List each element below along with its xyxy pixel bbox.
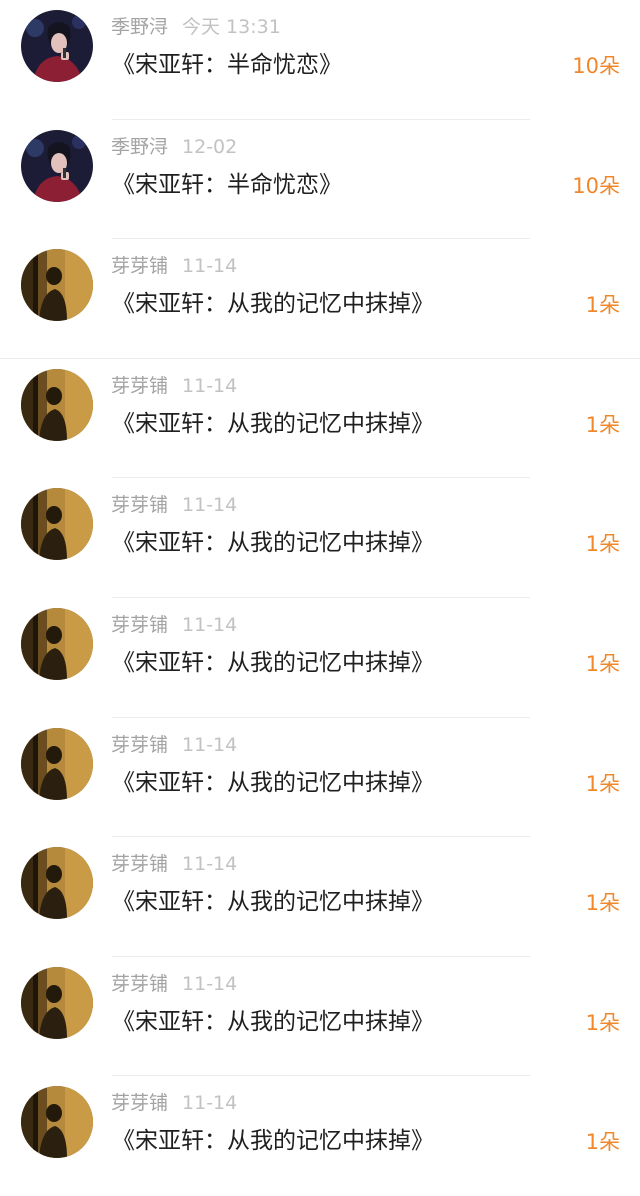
list-item[interactable]: 芽芽铺 11-14 《宋亚轩：从我的记忆中抹掉》 1朵 xyxy=(0,1076,640,1196)
avatar[interactable] xyxy=(21,966,93,1039)
work-title[interactable]: 《宋亚轩：从我的记忆中抹掉》 xyxy=(112,645,434,681)
timestamp: 11-14 xyxy=(182,255,238,278)
timestamp: 11-14 xyxy=(182,972,238,995)
gift-record-list: 季野浔 今天 13:31 《宋亚轩：半命忧恋》 10朵 季野浔 12-02 《宋亚轩… xyxy=(0,0,640,1172)
work-title[interactable]: 《宋亚轩：从我的记忆中抹掉》 xyxy=(112,765,434,801)
avatar[interactable] xyxy=(21,368,93,441)
user-name[interactable]: 芽芽铺 xyxy=(111,375,168,397)
user-name[interactable]: 芽芽铺 xyxy=(111,494,168,516)
work-title[interactable]: 《宋亚轩：从我的记忆中抹掉》 xyxy=(112,286,434,322)
timestamp: 12-02 xyxy=(182,135,238,158)
work-title[interactable]: 《宋亚轩：半命忧恋》 xyxy=(112,47,342,83)
list-item[interactable]: 芽芽铺 11-14 《宋亚轩：从我的记忆中抹掉》 1朵 xyxy=(0,359,640,479)
list-item[interactable]: 芽芽铺 11-14 《宋亚轩：从我的记忆中抹掉》 1朵 xyxy=(0,598,640,718)
item-meta: 芽芽铺 11-14 xyxy=(111,612,237,638)
item-meta: 芽芽铺 11-14 xyxy=(111,851,237,877)
timestamp: 11-14 xyxy=(182,1092,238,1115)
work-title[interactable]: 《宋亚轩：从我的记忆中抹掉》 xyxy=(112,406,434,442)
flower-count: 1朵 xyxy=(585,532,620,557)
list-item[interactable]: 芽芽铺 11-14 《宋亚轩：从我的记忆中抹掉》 1朵 xyxy=(0,478,640,598)
flower-count: 1朵 xyxy=(585,1130,620,1155)
silhouette-avatar-icon xyxy=(21,966,93,1039)
flower-count: 1朵 xyxy=(585,412,620,437)
avatar[interactable] xyxy=(21,1086,93,1159)
avatar[interactable] xyxy=(21,847,93,920)
list-item[interactable]: 芽芽铺 11-14 《宋亚轩：从我的记忆中抹掉》 1朵 xyxy=(0,957,640,1077)
item-meta: 季野浔 12-02 xyxy=(111,134,237,160)
user-name[interactable]: 季野浔 xyxy=(111,136,168,158)
work-title[interactable]: 《宋亚轩：从我的记忆中抹掉》 xyxy=(112,525,434,561)
item-meta: 季野浔 今天 13:31 xyxy=(111,14,281,40)
list-item[interactable]: 芽芽铺 11-14 《宋亚轩：从我的记忆中抹掉》 1朵 xyxy=(0,837,640,957)
user-name[interactable]: 芽芽铺 xyxy=(111,853,168,875)
silhouette-avatar-icon xyxy=(21,847,93,920)
flower-count: 10朵 xyxy=(572,173,620,198)
performer-avatar-icon xyxy=(21,10,93,82)
work-title[interactable]: 《宋亚轩：从我的记忆中抹掉》 xyxy=(112,1123,434,1159)
user-name[interactable]: 季野浔 xyxy=(111,16,168,38)
item-meta: 芽芽铺 11-14 xyxy=(111,492,237,518)
silhouette-avatar-icon xyxy=(21,1086,93,1159)
silhouette-avatar-icon xyxy=(21,368,93,441)
avatar[interactable] xyxy=(21,129,93,202)
user-name[interactable]: 芽芽铺 xyxy=(111,255,168,277)
work-title[interactable]: 《宋亚轩：半命忧恋》 xyxy=(112,167,342,203)
performer-avatar-icon xyxy=(21,129,93,202)
timestamp: 11-14 xyxy=(182,614,238,636)
silhouette-avatar-icon xyxy=(21,608,93,680)
user-name[interactable]: 芽芽铺 xyxy=(111,1092,168,1114)
item-meta: 芽芽铺 11-14 xyxy=(111,732,237,758)
item-meta: 芽芽铺 11-14 xyxy=(111,1090,237,1116)
timestamp: 11-14 xyxy=(182,853,238,876)
timestamp: 11-14 xyxy=(182,733,238,756)
flower-count: 1朵 xyxy=(585,1010,620,1035)
flower-count: 1朵 xyxy=(585,771,620,796)
work-title[interactable]: 《宋亚轩：从我的记忆中抹掉》 xyxy=(112,1004,434,1040)
timestamp: 今天 13:31 xyxy=(182,16,281,38)
item-meta: 芽芽铺 11-14 xyxy=(111,971,237,997)
item-meta: 芽芽铺 11-14 xyxy=(111,373,237,399)
silhouette-avatar-icon xyxy=(21,488,93,561)
avatar[interactable] xyxy=(21,608,93,680)
silhouette-avatar-icon xyxy=(21,727,93,800)
flower-count: 1朵 xyxy=(585,891,620,916)
list-item[interactable]: 季野浔 12-02 《宋亚轩：半命忧恋》 10朵 xyxy=(0,120,640,240)
list-item[interactable]: 季野浔 今天 13:31 《宋亚轩：半命忧恋》 10朵 xyxy=(0,0,640,120)
work-title[interactable]: 《宋亚轩：从我的记忆中抹掉》 xyxy=(112,884,434,920)
avatar[interactable] xyxy=(21,488,93,561)
list-item[interactable]: 芽芽铺 11-14 《宋亚轩：从我的记忆中抹掉》 1朵 xyxy=(0,239,640,359)
flower-count: 1朵 xyxy=(585,293,620,318)
list-item[interactable]: 芽芽铺 11-14 《宋亚轩：从我的记忆中抹掉》 1朵 xyxy=(0,718,640,838)
avatar[interactable] xyxy=(21,249,93,322)
avatar[interactable] xyxy=(21,727,93,800)
user-name[interactable]: 芽芽铺 xyxy=(111,614,168,636)
flower-count: 10朵 xyxy=(572,54,620,78)
silhouette-avatar-icon xyxy=(21,249,93,322)
flower-count: 1朵 xyxy=(585,652,620,676)
timestamp: 11-14 xyxy=(182,374,238,397)
timestamp: 11-14 xyxy=(182,494,238,517)
item-meta: 芽芽铺 11-14 xyxy=(111,253,237,279)
avatar[interactable] xyxy=(21,10,93,82)
user-name[interactable]: 芽芽铺 xyxy=(111,973,168,995)
user-name[interactable]: 芽芽铺 xyxy=(111,734,168,756)
